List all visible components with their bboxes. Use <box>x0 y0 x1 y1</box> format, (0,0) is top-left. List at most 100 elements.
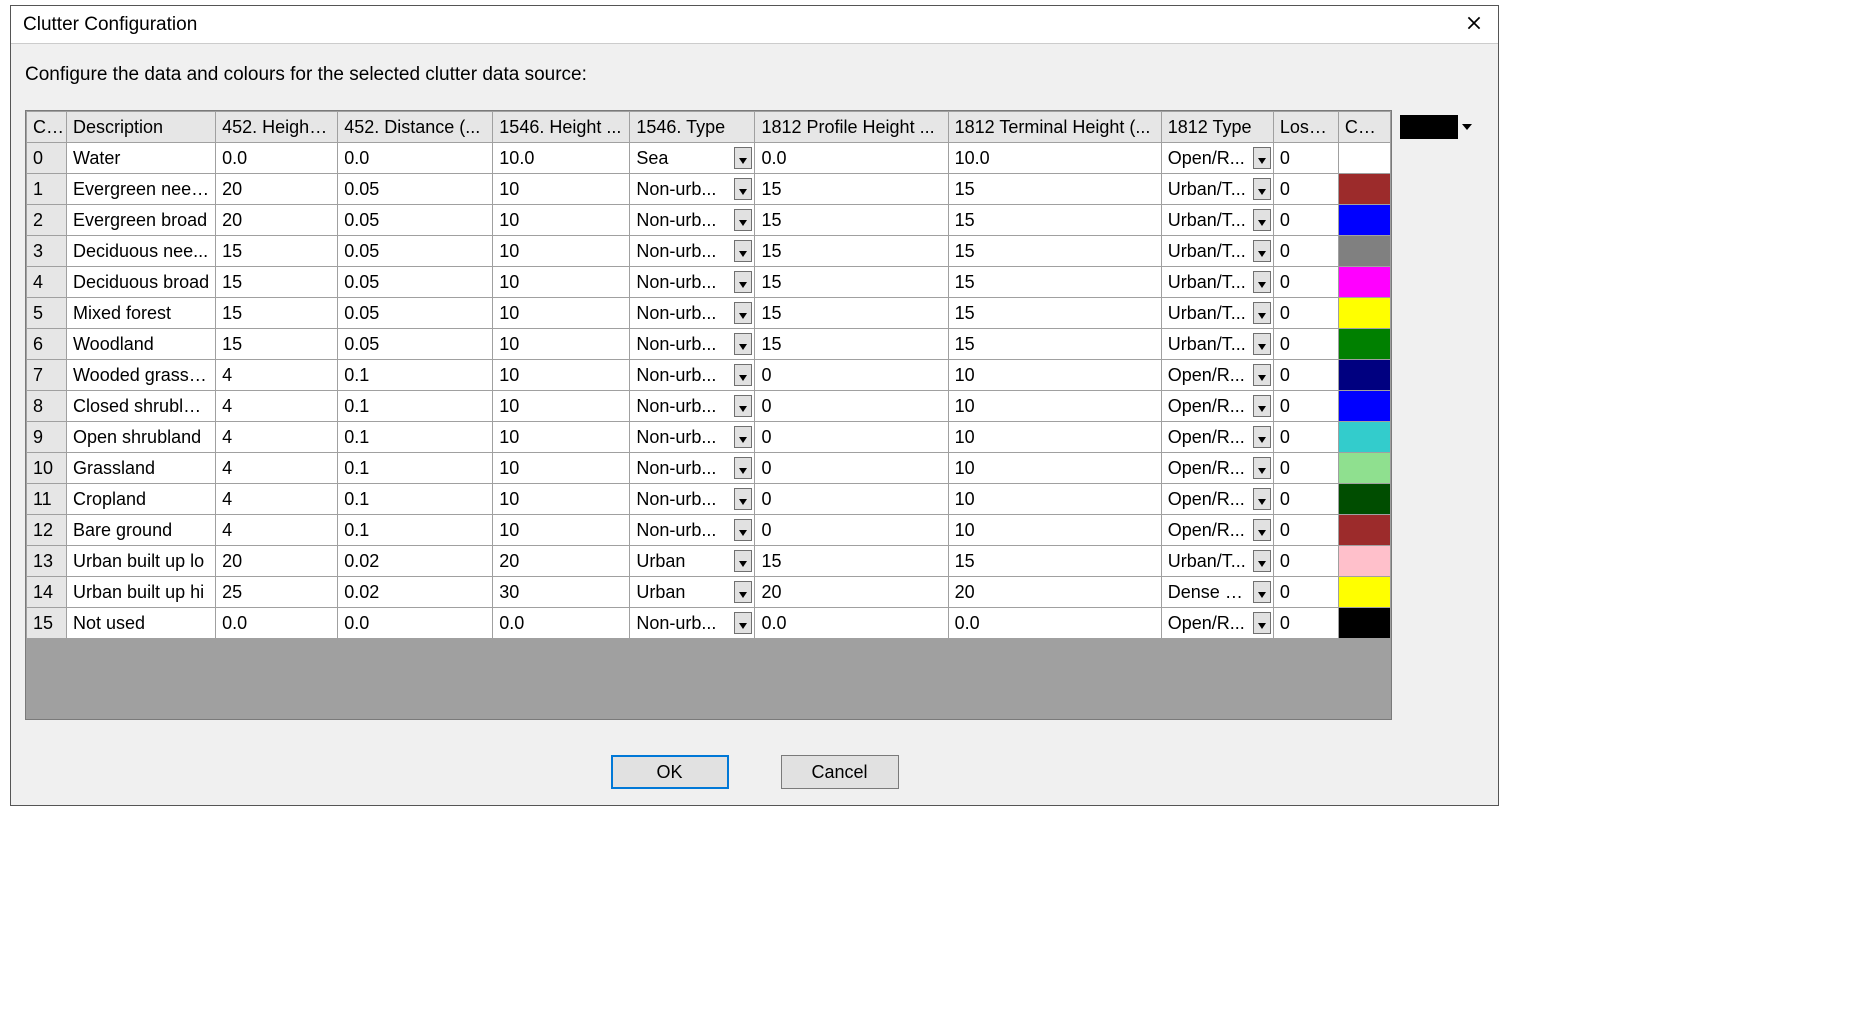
cell-452-height[interactable]: 20 <box>216 174 338 205</box>
cell-1546-height[interactable]: 10 <box>493 174 630 205</box>
cell-1546-height[interactable]: 10 <box>493 360 630 391</box>
cell-1546-type[interactable]: Urban <box>630 577 755 608</box>
cell-1812-terminal-height[interactable]: 10 <box>948 360 1161 391</box>
cell-452-distance[interactable]: 0.05 <box>338 174 493 205</box>
cell-1812-type[interactable]: Open/R... <box>1161 360 1273 391</box>
cell-description[interactable]: Not used <box>67 608 216 639</box>
cell-1546-type[interactable]: Non-urb... <box>630 453 755 484</box>
dropdown-button[interactable] <box>1253 426 1271 448</box>
cell-1812-type[interactable]: Urban/T... <box>1161 298 1273 329</box>
cell-1546-type[interactable]: Non-urb... <box>630 515 755 546</box>
row-index[interactable]: 2 <box>27 205 67 236</box>
cell-452-distance[interactable]: 0.05 <box>338 329 493 360</box>
dropdown-button[interactable] <box>1253 271 1271 293</box>
cell-452-height[interactable]: 15 <box>216 236 338 267</box>
cell-1812-terminal-height[interactable]: 10 <box>948 391 1161 422</box>
col-header-452-height[interactable]: 452. Height ... <box>216 112 338 143</box>
cell-1812-profile-height[interactable]: 15 <box>755 205 948 236</box>
colour-picker[interactable] <box>1400 111 1480 142</box>
cell-description[interactable]: Evergreen need... <box>67 174 216 205</box>
dropdown-button[interactable] <box>1253 488 1271 510</box>
cell-1812-profile-height[interactable]: 20 <box>755 577 948 608</box>
dropdown-button[interactable] <box>1253 612 1271 634</box>
cell-1812-profile-height[interactable]: 15 <box>755 267 948 298</box>
cell-452-distance[interactable]: 0.1 <box>338 391 493 422</box>
cell-colour[interactable] <box>1338 484 1390 515</box>
dropdown-button[interactable] <box>734 395 752 417</box>
cell-1812-type[interactable]: Open/R... <box>1161 484 1273 515</box>
cell-452-distance[interactable]: 0.05 <box>338 236 493 267</box>
cell-1546-type[interactable]: Urban <box>630 546 755 577</box>
cell-1812-terminal-height[interactable]: 15 <box>948 546 1161 577</box>
cell-colour[interactable] <box>1338 143 1390 174</box>
cell-452-distance[interactable]: 0.05 <box>338 205 493 236</box>
dropdown-button[interactable] <box>734 333 752 355</box>
cell-1812-terminal-height[interactable]: 10.0 <box>948 143 1161 174</box>
cell-description[interactable]: Water <box>67 143 216 174</box>
dropdown-button[interactable] <box>1253 178 1271 200</box>
cell-1812-type[interactable]: Urban/T... <box>1161 205 1273 236</box>
cell-452-distance[interactable]: 0.1 <box>338 422 493 453</box>
cell-452-height[interactable]: 4 <box>216 453 338 484</box>
cell-1546-height[interactable]: 30 <box>493 577 630 608</box>
cell-1546-type[interactable]: Non-urb... <box>630 484 755 515</box>
cell-1812-type[interactable]: Urban/T... <box>1161 267 1273 298</box>
cell-1812-type[interactable]: Urban/T... <box>1161 329 1273 360</box>
cell-1546-height[interactable]: 20 <box>493 546 630 577</box>
dropdown-button[interactable] <box>1253 240 1271 262</box>
cell-452-height[interactable]: 4 <box>216 360 338 391</box>
cell-1546-height[interactable]: 10 <box>493 453 630 484</box>
cell-loss[interactable]: 0 <box>1273 174 1338 205</box>
cancel-button[interactable]: Cancel <box>781 755 899 789</box>
cell-1812-type[interactable]: Open/R... <box>1161 422 1273 453</box>
dropdown-button[interactable] <box>734 178 752 200</box>
cell-colour[interactable] <box>1338 174 1390 205</box>
cell-452-height[interactable]: 4 <box>216 484 338 515</box>
cell-description[interactable]: Mixed forest <box>67 298 216 329</box>
row-index[interactable]: 14 <box>27 577 67 608</box>
cell-loss[interactable]: 0 <box>1273 143 1338 174</box>
cell-452-distance[interactable]: 0.1 <box>338 453 493 484</box>
cell-1546-type[interactable]: Non-urb... <box>630 391 755 422</box>
cell-452-height[interactable]: 15 <box>216 298 338 329</box>
cell-1812-terminal-height[interactable]: 15 <box>948 267 1161 298</box>
row-index[interactable]: 6 <box>27 329 67 360</box>
cell-1812-profile-height[interactable]: 15 <box>755 174 948 205</box>
cell-1812-profile-height[interactable]: 0.0 <box>755 608 948 639</box>
cell-loss[interactable]: 0 <box>1273 546 1338 577</box>
cell-452-height[interactable]: 4 <box>216 515 338 546</box>
dropdown-button[interactable] <box>1253 333 1271 355</box>
cell-1546-height[interactable]: 10 <box>493 515 630 546</box>
cell-1546-type[interactable]: Non-urb... <box>630 267 755 298</box>
dropdown-button[interactable] <box>734 147 752 169</box>
cell-1546-height[interactable]: 0.0 <box>493 608 630 639</box>
cell-description[interactable]: Grassland <box>67 453 216 484</box>
cell-1812-type[interactable]: Urban/T... <box>1161 546 1273 577</box>
cell-1812-profile-height[interactable]: 15 <box>755 546 948 577</box>
cell-description[interactable]: Deciduous nee... <box>67 236 216 267</box>
cell-1812-type[interactable]: Open/R... <box>1161 515 1273 546</box>
cell-description[interactable]: Urban built up lo <box>67 546 216 577</box>
row-index[interactable]: 11 <box>27 484 67 515</box>
dropdown-button[interactable] <box>734 550 752 572</box>
cell-452-height[interactable]: 20 <box>216 546 338 577</box>
cell-1812-terminal-height[interactable]: 10 <box>948 515 1161 546</box>
cell-loss[interactable]: 0 <box>1273 205 1338 236</box>
cell-1812-terminal-height[interactable]: 10 <box>948 453 1161 484</box>
cell-1812-profile-height[interactable]: 0 <box>755 360 948 391</box>
cell-colour[interactable] <box>1338 329 1390 360</box>
dropdown-button[interactable] <box>734 519 752 541</box>
cell-loss[interactable]: 0 <box>1273 422 1338 453</box>
cell-description[interactable]: Open shrubland <box>67 422 216 453</box>
cell-1546-type[interactable]: Non-urb... <box>630 329 755 360</box>
cell-1812-type[interactable]: Open/R... <box>1161 453 1273 484</box>
cell-loss[interactable]: 0 <box>1273 577 1338 608</box>
cell-452-height[interactable]: 15 <box>216 329 338 360</box>
cell-colour[interactable] <box>1338 236 1390 267</box>
col-header-index[interactable]: C... <box>27 112 67 143</box>
col-header-description[interactable]: Description <box>67 112 216 143</box>
cell-colour[interactable] <box>1338 515 1390 546</box>
row-index[interactable]: 9 <box>27 422 67 453</box>
cell-1812-terminal-height[interactable]: 10 <box>948 484 1161 515</box>
cell-description[interactable]: Deciduous broad <box>67 267 216 298</box>
